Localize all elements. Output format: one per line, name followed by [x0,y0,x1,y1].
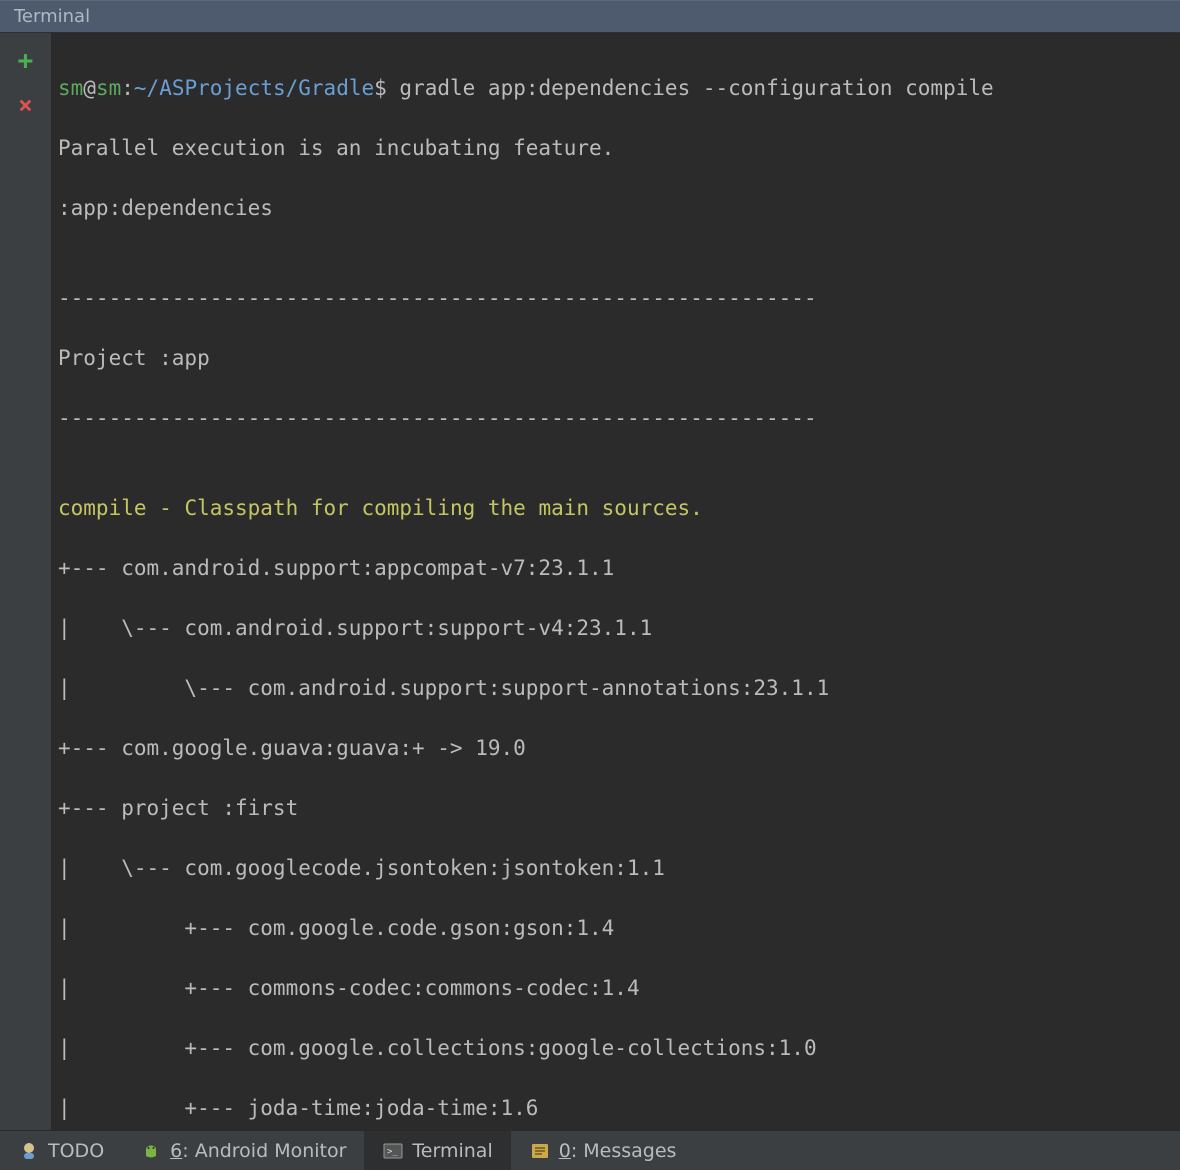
output-line: ----------------------------------------… [58,283,1174,313]
dep-line: | +--- joda-time:joda-time:1.6 [58,1093,1174,1123]
prompt-dollar: $ [374,76,387,100]
output-line: ----------------------------------------… [58,403,1174,433]
prompt-path: ~/ASProjects/Gradle [134,76,374,100]
dep-line: +--- com.android.support:appcompat-v7:23… [58,553,1174,583]
dep-line: | \--- com.android.support:support-v4:23… [58,613,1174,643]
tab-messages[interactable]: 0: Messages [511,1131,695,1170]
close-icon: × [18,93,32,117]
dep-line: | \--- com.googlecode.jsontoken:jsontoke… [58,853,1174,883]
close-session-button[interactable]: × [12,91,40,119]
output-line: compile - Classpath for compiling the ma… [58,493,1174,523]
add-session-button[interactable]: + [12,47,40,75]
prompt-colon: : [121,76,134,100]
status-bar: TODO 6: Android Monitor >_ Terminal [0,1130,1180,1170]
tab-label: Terminal [412,1140,492,1162]
prompt-line: sm@sm:~/ASProjects/Gradle$ gradle app:de… [58,73,1174,103]
config-desc: - Classpath for compiling the main sourc… [147,496,703,520]
terminal-icon: >_ [382,1140,404,1162]
dep-line: | \--- com.android.support:support-annot… [58,673,1174,703]
android-icon [140,1140,162,1162]
terminal-output[interactable]: sm@sm:~/ASProjects/Gradle$ gradle app:de… [52,33,1180,1130]
prompt-host: sm [96,76,121,100]
output-line: Project :app [58,343,1174,373]
prompt-at: @ [83,76,96,100]
plus-icon: + [18,48,34,74]
tab-label: 0: Messages [559,1140,677,1162]
panel-title: Terminal [14,6,90,27]
dep-line: | +--- com.google.collections:google-col… [58,1033,1174,1063]
tab-terminal[interactable]: >_ Terminal [364,1131,510,1170]
tab-todo[interactable]: TODO [0,1131,122,1170]
dep-line: +--- project :first [58,793,1174,823]
output-line: Parallel execution is an incubating feat… [58,133,1174,163]
todo-icon [18,1140,40,1162]
tab-label: 6: Android Monitor [170,1140,346,1162]
tab-label: TODO [48,1140,104,1162]
command-text: gradle app:dependencies --configuration … [387,76,994,100]
prompt-user: sm [58,76,83,100]
config-name: compile [58,496,147,520]
output-line: :app:dependencies [58,193,1174,223]
tab-android-monitor[interactable]: 6: Android Monitor [122,1131,364,1170]
main-area: + × sm@sm:~/ASProjects/Gradle$ gradle ap… [0,33,1180,1130]
terminal-gutter: + × [0,33,52,1130]
panel-header: Terminal [0,0,1180,33]
messages-icon [529,1140,551,1162]
dep-line: | +--- com.google.code.gson:gson:1.4 [58,913,1174,943]
dep-line: +--- com.google.guava:guava:+ -> 19.0 [58,733,1174,763]
svg-text:>_: >_ [387,1147,398,1157]
dep-line: | +--- commons-codec:commons-codec:1.4 [58,973,1174,1003]
